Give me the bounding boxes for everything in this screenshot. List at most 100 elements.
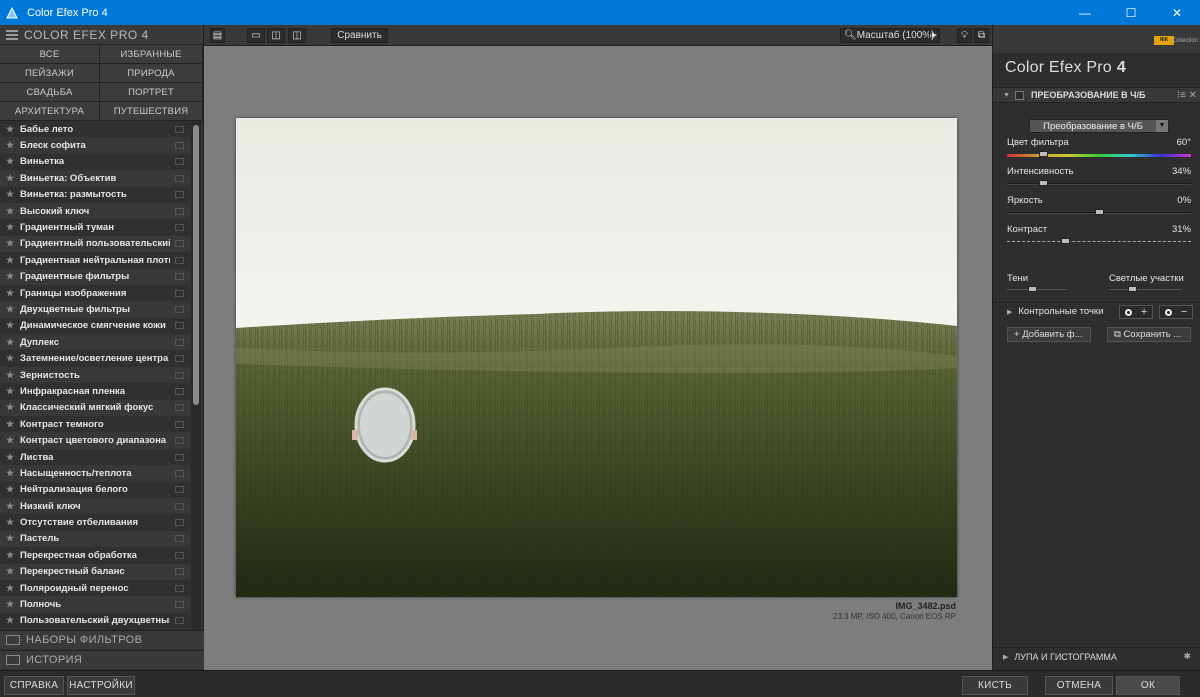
star-icon[interactable]: ★	[3, 599, 17, 610]
star-icon[interactable]: ★	[3, 435, 17, 446]
star-icon[interactable]: ★	[3, 222, 17, 233]
slider-track[interactable]	[1007, 151, 1191, 157]
filter-list-item[interactable]: ★ Границы изображения	[0, 284, 190, 302]
filter-list-item[interactable]: ★ Дуплекс	[0, 334, 190, 351]
copy-icon[interactable]	[175, 617, 184, 625]
star-icon[interactable]: ★	[3, 353, 17, 364]
star-icon[interactable]: ★	[3, 320, 17, 331]
star-icon[interactable]: ★	[3, 156, 17, 167]
filter-list-item[interactable]: ★ Динамическое смягчение кожи	[0, 317, 190, 335]
star-icon[interactable]: ★	[3, 370, 17, 381]
copy-icon[interactable]	[175, 437, 184, 445]
filter-list-item[interactable]: ★ Полночь	[0, 596, 190, 613]
background-light-button[interactable]: 💡︎	[957, 28, 972, 43]
brush-button[interactable]: КИСТЬ	[962, 676, 1028, 695]
filter-list-item[interactable]: ★ Виньетка	[0, 153, 190, 171]
add-control-point-button[interactable]: +	[1119, 305, 1153, 319]
star-icon[interactable]: ★	[3, 337, 17, 348]
scrollbar-thumb[interactable]	[193, 125, 199, 405]
copy-icon[interactable]	[175, 191, 184, 199]
expand-triangle-icon[interactable]: ▶	[1007, 308, 1012, 316]
star-icon[interactable]: ★	[3, 501, 17, 512]
filter-list-item[interactable]: ★ Контраст темного	[0, 416, 190, 433]
filter-list-item[interactable]: ★ Высокий ключ	[0, 202, 190, 220]
filter-list-item[interactable]: ★ Зернистость	[0, 366, 190, 384]
split-view-button[interactable]: ◫	[267, 28, 285, 43]
filter-list-item[interactable]: ★ Листва	[0, 448, 190, 466]
zoom-button[interactable]: 🔍︎ Масштаб (100%) ▶	[840, 28, 940, 43]
star-icon[interactable]: ★	[3, 124, 17, 135]
copy-icon[interactable]	[175, 502, 184, 510]
method-select[interactable]: Преобразование в Ч/Б ▼	[1029, 119, 1169, 133]
star-icon[interactable]: ★	[3, 238, 17, 249]
preview-canvas[interactable]: IMG_3482.psd 23.3 MP, ISO 400, Canon EOS…	[204, 46, 992, 670]
slider-knob[interactable]	[1038, 180, 1048, 186]
minimize-button[interactable]: —	[1062, 0, 1108, 25]
star-icon[interactable]: ★	[3, 386, 17, 397]
star-icon[interactable]: ★	[3, 419, 17, 430]
star-icon[interactable]: ★	[3, 583, 17, 594]
filter-presets-section[interactable]: НАБОРЫ ФИЛЬТРОВ	[0, 630, 204, 649]
copy-icon[interactable]	[175, 174, 184, 182]
star-icon[interactable]: ★	[3, 533, 17, 544]
pin-icon[interactable]: ✱	[1183, 651, 1191, 662]
copy-icon[interactable]	[175, 305, 184, 313]
slider-brightness[interactable]: Яркость 0%	[1007, 195, 1191, 215]
help-button[interactable]: СПРАВКА	[4, 676, 64, 695]
star-icon[interactable]: ★	[3, 402, 17, 413]
slider-knob[interactable]	[1094, 209, 1104, 215]
star-icon[interactable]: ★	[3, 255, 17, 266]
category-tab[interactable]: ПЕЙЗАЖИ	[0, 64, 100, 83]
loupe-histogram-section[interactable]: ▶ ЛУПА И ГИСТОГРАММА ✱	[993, 647, 1200, 665]
preview-image[interactable]	[236, 118, 957, 597]
ok-button[interactable]: ОК	[1116, 676, 1180, 695]
single-view-button[interactable]: ▭	[247, 28, 265, 43]
filter-list-item[interactable]: ★ Затемнение/осветление центра	[0, 350, 190, 367]
star-icon[interactable]: ★	[3, 288, 17, 299]
copy-icon[interactable]	[175, 404, 184, 412]
filter-list-item[interactable]: ★ Бабье лето	[0, 121, 190, 138]
menu-icon[interactable]	[6, 28, 18, 42]
shadows-slider[interactable]	[1007, 286, 1067, 292]
settings-button[interactable]: НАСТРОЙКИ	[67, 676, 135, 695]
category-tab[interactable]: АРХИТЕКТУРА	[0, 102, 100, 121]
filter-list-item[interactable]: ★ Градиентный пользовательский	[0, 235, 190, 253]
copy-icon[interactable]	[175, 601, 184, 609]
slider-track[interactable]	[1007, 180, 1191, 186]
shadows-slider-knob[interactable]	[1027, 286, 1037, 292]
filter-list-scrollbar[interactable]	[191, 121, 201, 630]
star-icon[interactable]: ★	[3, 615, 17, 626]
star-icon[interactable]: ★	[3, 550, 17, 561]
category-tab[interactable]: ИЗБРАННЫЕ	[100, 45, 203, 64]
category-tab[interactable]: ПУТЕШЕСТВИЯ	[100, 102, 203, 121]
star-icon[interactable]: ★	[3, 173, 17, 184]
slider-knob[interactable]	[1061, 238, 1071, 244]
filter-list-item[interactable]: ★ Градиентный туман	[0, 219, 190, 236]
copy-icon[interactable]	[175, 256, 184, 264]
close-button[interactable]: ✕	[1154, 0, 1200, 25]
highlights-slider[interactable]	[1109, 286, 1181, 292]
star-icon[interactable]: ★	[3, 468, 17, 479]
filter-list-item[interactable]: ★ Двухцветные фильтры	[0, 301, 190, 318]
category-tab[interactable]: ВСЕ	[0, 45, 100, 64]
copy-icon[interactable]	[175, 551, 184, 559]
filter-list-item[interactable]: ★ Виньетка: Объектив	[0, 170, 190, 187]
copy-icon[interactable]	[175, 535, 184, 543]
copy-icon[interactable]	[175, 158, 184, 166]
filter-list-item[interactable]: ★ Виньетка: размытость	[0, 186, 190, 203]
filter-list-item[interactable]: ★ Пользовательский двухцветный	[0, 612, 190, 630]
copy-icon[interactable]	[175, 420, 184, 428]
filter-list-item[interactable]: ★ Градиентная нейтральная плотн	[0, 252, 190, 269]
copy-icon[interactable]	[175, 453, 184, 461]
filter-menu-close-icons[interactable]: ⁝≡ ✕	[1177, 90, 1197, 101]
history-section[interactable]: ИСТОРИЯ	[0, 650, 204, 669]
slider-contrast[interactable]: Контраст 31%	[1007, 224, 1191, 244]
filter-list-item[interactable]: ★ Поляроидный перенос	[0, 579, 190, 597]
layout-toggle-button[interactable]: ▤	[210, 28, 225, 43]
copy-icon[interactable]	[175, 289, 184, 297]
add-filter-button[interactable]: + Добавить ф...	[1007, 327, 1091, 342]
navigator-button[interactable]: ⧉	[974, 28, 989, 43]
copy-icon[interactable]	[175, 568, 184, 576]
cancel-button[interactable]: ОТМЕНА	[1045, 676, 1113, 695]
copy-icon[interactable]	[175, 125, 184, 133]
